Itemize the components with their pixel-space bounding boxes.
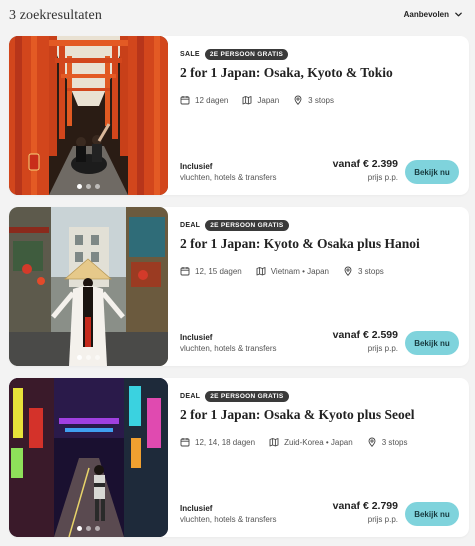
location-pin-icon	[294, 95, 302, 105]
trip-meta: 12 dagen Japan 3 stops	[180, 95, 459, 105]
seoul-neon-street-image	[9, 378, 168, 537]
carousel-dot[interactable]	[95, 184, 100, 189]
carousel-dot[interactable]	[86, 526, 91, 531]
carousel-dot[interactable]	[95, 526, 100, 531]
included-heading: Inclusief	[180, 333, 213, 342]
calendar-icon	[180, 267, 190, 276]
stops-text: 3 stops	[381, 437, 408, 447]
calendar-icon	[180, 438, 190, 447]
countries: Japan	[242, 95, 279, 105]
carousel-dot[interactable]	[77, 184, 82, 189]
trip-title[interactable]: 2 for 1 Japan: Kyoto & Osaka plus Hanoi	[180, 236, 459, 252]
view-button[interactable]: Bekijk nu	[405, 502, 459, 526]
trip-card[interactable]: DEAL 2E PERSOON GRATIS 2 for 1 Japan: Os…	[9, 378, 469, 537]
carousel-dot[interactable]	[86, 184, 91, 189]
duration-text: 12 dagen	[195, 95, 229, 105]
trip-meta: 12, 15 dagen Vietnam • Japan 3 stops	[180, 266, 459, 276]
price: vanaf € 2.399 prijs p.p.	[333, 159, 398, 183]
deal-badge: DEAL	[180, 221, 201, 229]
carousel-dot[interactable]	[77, 355, 82, 360]
badges: SALE 2E PERSOON GRATIS	[180, 48, 459, 60]
countries-text: Zuid-Korea • Japan	[284, 437, 353, 447]
price-value: vanaf € 2.399	[332, 158, 398, 170]
countries: Zuid-Korea • Japan	[269, 437, 353, 447]
stops: 3 stops	[343, 266, 384, 276]
price-value: vanaf € 2.799	[332, 500, 398, 512]
included-text: vluchten, hotels & transfers	[180, 344, 277, 353]
price-unit: prijs p.p.	[367, 173, 398, 182]
price-value: vanaf € 2.599	[332, 329, 398, 341]
duration: 12 dagen	[180, 95, 228, 105]
trip-card[interactable]: DEAL 2E PERSOON GRATIS 2 for 1 Japan: Ky…	[9, 207, 469, 366]
included: Inclusief vluchten, hotels & transfers	[180, 332, 277, 354]
promo-badge: 2E PERSOON GRATIS	[205, 390, 289, 402]
promo-badge: 2E PERSOON GRATIS	[205, 219, 289, 231]
included-heading: Inclusief	[180, 504, 213, 513]
trip-title[interactable]: 2 for 1 Japan: Osaka & Kyoto plus Seoel	[180, 407, 459, 423]
carousel-dot[interactable]	[77, 526, 82, 531]
map-icon	[256, 267, 266, 276]
trip-image-carousel[interactable]	[9, 36, 168, 195]
torii-gates-image	[9, 36, 168, 195]
trip-meta: 12, 14, 18 dagen Zuid-Korea • Japan 3 st…	[180, 437, 459, 447]
included: Inclusief vluchten, hotels & transfers	[180, 161, 277, 183]
duration-text: 12, 14, 18 dagen	[195, 437, 256, 447]
countries: Vietnam • Japan	[256, 266, 329, 276]
deal-badge: DEAL	[180, 392, 201, 400]
duration-text: 12, 15 dagen	[195, 266, 242, 276]
badges: DEAL 2E PERSOON GRATIS	[180, 390, 459, 402]
carousel-dot[interactable]	[95, 355, 100, 360]
included: Inclusief vluchten, hotels & transfers	[180, 503, 277, 525]
included-heading: Inclusief	[180, 162, 213, 171]
trip-image-carousel[interactable]	[9, 207, 168, 366]
price-unit: prijs p.p.	[367, 515, 398, 524]
hanoi-street-image	[9, 207, 168, 366]
countries-text: Vietnam • Japan	[270, 266, 329, 276]
sort-label: Aanbevolen	[403, 10, 449, 19]
results-header: 3 zoekresultaten Aanbevolen	[0, 0, 475, 30]
carousel-dots	[9, 184, 168, 189]
trip-image-carousel[interactable]	[9, 378, 168, 537]
carousel-dots	[9, 526, 168, 531]
view-button[interactable]: Bekijk nu	[405, 331, 459, 355]
sort-dropdown[interactable]: Aanbevolen	[404, 10, 463, 19]
location-pin-icon	[344, 266, 352, 276]
map-icon	[269, 438, 279, 447]
view-button[interactable]: Bekijk nu	[405, 160, 459, 184]
stops: 3 stops	[367, 437, 408, 447]
carousel-dot[interactable]	[86, 355, 91, 360]
countries-text: Japan	[257, 95, 280, 105]
chevron-down-icon	[455, 12, 462, 17]
duration: 12, 14, 18 dagen	[180, 437, 255, 447]
price-unit: prijs p.p.	[367, 344, 398, 353]
badges: DEAL 2E PERSOON GRATIS	[180, 219, 459, 231]
trip-card[interactable]: SALE 2E PERSOON GRATIS 2 for 1 Japan: Os…	[9, 36, 469, 195]
carousel-dots	[9, 355, 168, 360]
stops: 3 stops	[293, 95, 334, 105]
stops-text: 3 stops	[308, 95, 334, 105]
price: vanaf € 2.799 prijs p.p.	[333, 501, 398, 525]
location-pin-icon	[368, 437, 376, 447]
price: vanaf € 2.599 prijs p.p.	[333, 330, 398, 354]
sale-badge: SALE	[180, 50, 200, 58]
included-text: vluchten, hotels & transfers	[180, 173, 277, 182]
included-text: vluchten, hotels & transfers	[180, 515, 277, 524]
stops-text: 3 stops	[357, 266, 384, 276]
results-count: 3 zoekresultaten	[9, 8, 102, 23]
trip-title[interactable]: 2 for 1 Japan: Osaka, Kyoto & Tokio	[180, 65, 459, 81]
calendar-icon	[180, 96, 190, 105]
promo-badge: 2E PERSOON GRATIS	[204, 48, 289, 60]
duration: 12, 15 dagen	[180, 266, 242, 276]
map-icon	[242, 96, 252, 105]
